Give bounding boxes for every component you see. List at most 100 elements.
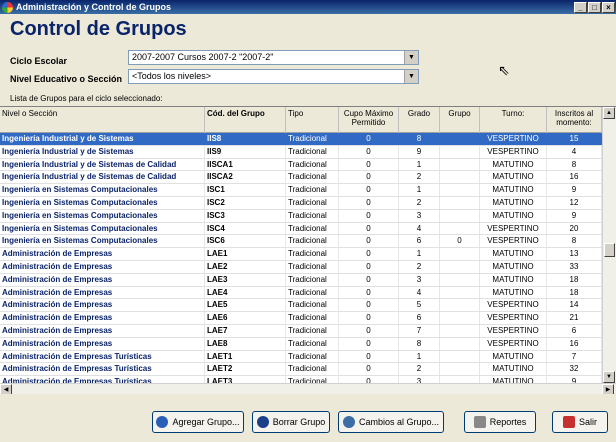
cell-tipo: Tradicional: [286, 158, 339, 171]
table-row[interactable]: Ingeniería en Sistemas Computacionales IS…: [0, 235, 602, 249]
nivel-select[interactable]: <Todos los niveles> ▼: [128, 69, 419, 84]
cell-inscritos: 21: [547, 312, 602, 324]
cell-grado: 3: [399, 273, 440, 286]
col-header-grupo[interactable]: Grupo: [440, 107, 480, 133]
close-button[interactable]: ×: [602, 1, 615, 13]
table-row[interactable]: Administración de Empresas LAE5 Tradiciona…: [0, 299, 602, 313]
chevron-down-icon[interactable]: ▼: [404, 70, 418, 83]
cell-tipo: Tradicional: [286, 312, 339, 324]
table-row[interactable]: Administración de Empresas LAE1 Tradiciona…: [0, 248, 602, 261]
col-header-codigo[interactable]: Cód. del Grupo: [205, 107, 286, 133]
cell-turno: MATUTINO: [480, 286, 547, 299]
cell-nivel: Ingeniería en Sistemas Computacionales: [0, 209, 205, 222]
add-group-label: Agregar Grupo...: [172, 417, 240, 427]
cell-grupo: [440, 312, 480, 324]
exit-button[interactable]: Salir: [552, 411, 608, 433]
cell-cupo: 0: [339, 324, 399, 337]
cell-nivel: Ingeniería Industrial y de Sistemas de C…: [0, 158, 205, 171]
cell-grupo: [440, 158, 480, 171]
cell-codigo: LAET1: [205, 350, 286, 363]
vertical-scrollbar[interactable]: ▲ ▼: [602, 107, 616, 383]
col-header-inscritos[interactable]: Inscritos al momento:: [547, 107, 602, 133]
cell-inscritos: 8: [547, 158, 602, 171]
cell-grado: 2: [399, 171, 440, 184]
scroll-thumb[interactable]: [604, 243, 615, 257]
cell-inscritos: 6: [547, 324, 602, 337]
col-header-cupo[interactable]: Cupo Máximo Permitido: [339, 107, 399, 133]
scroll-right-icon[interactable]: ▶: [602, 384, 614, 394]
table-row[interactable]: Administración de Empresas Turísticas LAE…: [0, 363, 602, 377]
app-icon: [2, 1, 13, 13]
groups-grid[interactable]: Nivel o Sección Cód. del Grupo Tipo Cupo…: [0, 106, 616, 394]
maximize-button[interactable]: □: [588, 1, 601, 13]
cell-codigo: ISC3: [205, 209, 286, 222]
cell-cupo: 0: [339, 299, 399, 312]
col-header-turno[interactable]: Turno:: [480, 107, 547, 133]
add-group-button[interactable]: Agregar Grupo...: [152, 411, 244, 433]
cell-nivel: Administración de Empresas: [0, 286, 205, 299]
table-row[interactable]: Administración de Empresas LAE6 Tradiciona…: [0, 312, 602, 325]
table-row[interactable]: Administración de Empresas Turísticas LAE…: [0, 350, 602, 364]
table-row[interactable]: Ingeniería Industrial y de Sistemas IIS8 T…: [0, 133, 602, 146]
cell-nivel: Ingeniería Industrial y de Sistemas de C…: [0, 171, 205, 184]
table-row[interactable]: Administración de Empresas LAE8 Tradiciona…: [0, 337, 602, 351]
cell-cupo: 0: [339, 260, 399, 273]
table-row[interactable]: Administración de Empresas LAE3 Tradiciona…: [0, 273, 602, 287]
change-group-button[interactable]: Cambios al Grupo...: [338, 411, 444, 433]
cell-tipo: Tradicional: [286, 184, 339, 196]
cell-tipo: Tradicional: [286, 273, 339, 286]
table-row[interactable]: Administración de Empresas LAE4 Tradiciona…: [0, 286, 602, 300]
table-row[interactable]: Administración de Empresas LAE7 Tradiciona…: [0, 324, 602, 338]
table-row[interactable]: Ingeniería Industrial y de Sistemas de C…: [0, 171, 602, 185]
cell-nivel: Administración de Empresas: [0, 260, 205, 273]
cell-turno: MATUTINO: [480, 171, 547, 184]
cell-grupo: [440, 324, 480, 337]
cell-grupo: [440, 171, 480, 184]
cell-inscritos: 14: [547, 299, 602, 312]
table-row[interactable]: Administración de Empresas LAE2 Tradiciona…: [0, 260, 602, 274]
cell-tipo: Tradicional: [286, 248, 339, 260]
cell-cupo: 0: [339, 273, 399, 286]
cell-grado: 3: [399, 209, 440, 222]
horizontal-scrollbar[interactable]: ◀ ▶: [0, 383, 616, 394]
table-row[interactable]: Ingeniería Industrial y de Sistemas IIS9 T…: [0, 145, 602, 159]
cell-grupo: [440, 363, 480, 376]
cell-tipo: Tradicional: [286, 363, 339, 376]
cell-inscritos: 32: [547, 363, 602, 376]
table-row[interactable]: Ingeniería Industrial y de Sistemas de C…: [0, 158, 602, 172]
cell-turno: VESPERTINO: [480, 312, 547, 324]
minimize-button[interactable]: _: [574, 1, 587, 13]
cell-codigo: IISCA2: [205, 171, 286, 184]
cell-inscritos: 8: [547, 235, 602, 248]
cell-grado: 4: [399, 286, 440, 299]
table-row[interactable]: Ingeniería en Sistemas Computacionales IS…: [0, 209, 602, 223]
cell-codigo: LAE5: [205, 299, 286, 312]
cell-nivel: Ingeniería Industrial y de Sistemas: [0, 145, 205, 158]
table-row[interactable]: Ingeniería en Sistemas Computacionales IS…: [0, 222, 602, 236]
reports-button[interactable]: Reportes: [464, 411, 536, 433]
scroll-left-icon[interactable]: ◀: [0, 384, 12, 394]
col-header-grado[interactable]: Grado: [399, 107, 440, 133]
scroll-down-icon[interactable]: ▼: [603, 371, 615, 383]
delete-icon: [256, 416, 269, 428]
cell-turno: MATUTINO: [480, 158, 547, 171]
cell-turno: MATUTINO: [480, 209, 547, 222]
scroll-up-icon[interactable]: ▲: [603, 107, 615, 119]
delete-group-button[interactable]: Borrar Grupo: [252, 411, 330, 433]
chevron-down-icon[interactable]: ▼: [404, 51, 418, 64]
ciclo-select[interactable]: 2007-2007 Cursos 2007-2 "2007-2" ▼: [128, 50, 419, 65]
cell-turno: MATUTINO: [480, 196, 547, 209]
cell-codigo: ISC6: [205, 235, 286, 248]
table-row[interactable]: Ingeniería en Sistemas Computacionales IS…: [0, 196, 602, 210]
col-header-nivel[interactable]: Nivel o Sección: [0, 107, 205, 133]
cell-nivel: Administración de Empresas: [0, 324, 205, 337]
exit-label: Salir: [578, 417, 597, 427]
cell-turno: VESPERTINO: [480, 145, 547, 158]
cell-cupo: 0: [339, 337, 399, 350]
cell-codigo: IIS8: [205, 133, 286, 145]
cell-inscritos: 20: [547, 222, 602, 235]
table-row[interactable]: Ingeniería en Sistemas Computacionales IS…: [0, 184, 602, 197]
cell-inscritos: 4: [547, 145, 602, 158]
col-header-tipo[interactable]: Tipo: [286, 107, 339, 133]
cell-nivel: Ingeniería en Sistemas Computacionales: [0, 235, 205, 248]
